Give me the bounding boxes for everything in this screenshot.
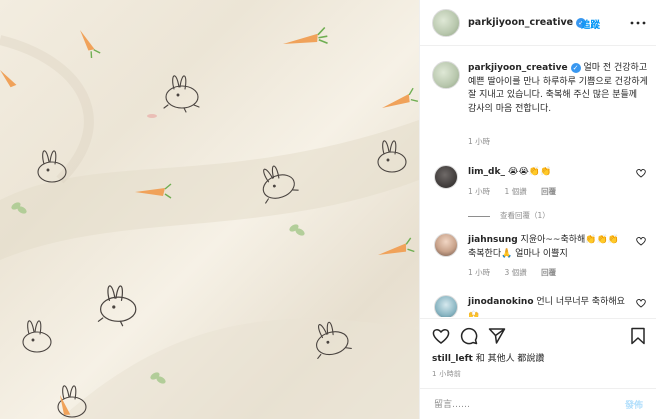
add-comment-bar: 發佈 [420,388,656,419]
comment-bubble-icon[interactable] [460,327,478,345]
caption-avatar[interactable] [432,61,460,89]
more-options-icon[interactable] [629,14,647,32]
share-send-icon[interactable] [488,327,506,345]
caption-time-text: 1 小時 [468,137,491,146]
post-header: parkjiyoon_creative ✓ 追蹤 [420,0,656,46]
author-username[interactable]: parkjiyoon_creative ✓ [468,17,587,28]
comment-time: 1 小時 [468,187,491,196]
comment-meta: 1 小時 3 個讚 回覆 [468,267,568,278]
commenter-avatar[interactable] [434,295,458,317]
caption-username[interactable]: parkjiyoon_creative [468,63,568,73]
comments-section[interactable]: parkjiyoon_creative ✓ 얼마 전 건강하고 예쁜 딸아이를 만… [420,47,656,317]
reply-button[interactable]: 回覆 [541,268,556,277]
replies-divider [468,215,490,217]
comment-text: jiahnsung 지윤아~~축하해👏👏👏 축복한다🙏 얼마나 이쁠지 [468,234,628,261]
liked-by-username[interactable]: still_left [432,354,473,364]
author-avatar[interactable] [432,9,460,37]
caption-time: 1 小時 [468,136,502,147]
comment-text: lim_dk_ 😭😭👏👏 [468,166,628,180]
fabric-pattern [0,35,419,419]
post-side-panel: parkjiyoon_creative ✓ 追蹤 parkjiyoon_creat… [419,0,656,419]
comment-username[interactable]: lim_dk_ [468,167,505,177]
comment-text: jinodanokino 언니 너무너무 축하해요🙌 [468,296,628,317]
commenter-avatar[interactable] [434,233,458,257]
view-replies-label[interactable]: 查看回覆（1） [500,211,550,220]
reply-button[interactable]: 回覆 [541,187,556,196]
caption-text: parkjiyoon_creative ✓ 얼마 전 건강하고 예쁜 딸아이를 만… [468,62,648,116]
add-comment-input[interactable] [434,397,604,413]
post-comment-button[interactable]: 發佈 [625,398,643,411]
like-comment-heart-icon[interactable] [636,298,646,308]
comment-time: 1 小時 [468,268,491,277]
post-photo[interactable] [0,0,419,419]
comment-likes[interactable]: 3 個讚 [505,268,527,277]
comment-username[interactable]: jiahnsung [468,235,518,245]
liked-by-summary[interactable]: still_left 和 其他人 都說讚 [432,351,544,364]
comment-likes[interactable]: 1 個讚 [505,187,527,196]
verified-badge-icon: ✓ [570,63,581,73]
comment-meta: 1 小時 1 個讚 回覆 [468,186,568,197]
like-comment-heart-icon[interactable] [636,236,646,246]
commenter-avatar[interactable] [434,165,458,189]
comment-username[interactable]: jinodanokino [468,297,534,307]
author-username-text[interactable]: parkjiyoon_creative [468,17,573,28]
post-timestamp: 1 小時前 [432,370,462,378]
follow-button[interactable]: 追蹤 [581,17,600,31]
liked-by-suffix[interactable]: 和 其他人 都說讚 [476,354,545,364]
comment-body: 😭😭👏👏 [507,167,552,177]
view-replies-button[interactable]: 查看回覆（1） [468,210,550,221]
save-bookmark-icon[interactable] [629,327,647,345]
like-heart-icon[interactable] [432,327,450,345]
like-comment-heart-icon[interactable] [636,168,646,178]
